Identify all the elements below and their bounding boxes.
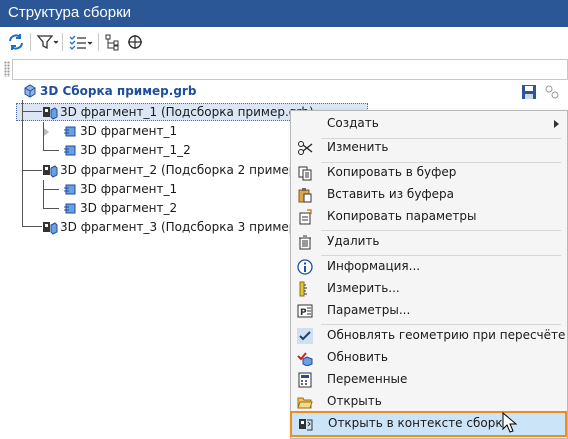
menu-item-copy[interactable]: Копировать в буфер: [291, 162, 567, 184]
toolbar-separator: [98, 33, 99, 51]
filter-dropdown-icon[interactable]: [36, 33, 59, 51]
paste-icon: [298, 188, 312, 203]
tree-node[interactable]: 3D фрагмент_2 (Подсборка 2 пример.grb): [42, 161, 325, 179]
tree-node-label: 3D фрагмент_2: [80, 201, 178, 215]
filter-row: [0, 57, 568, 82]
menu-item-delete[interactable]: Удалить: [291, 231, 567, 253]
list-options-icon[interactable]: [68, 33, 93, 51]
save-icon[interactable]: [521, 84, 537, 100]
mouse-cursor-icon: [502, 412, 518, 433]
assembly-root-icon: [24, 84, 36, 98]
fragment-icon: [64, 126, 76, 137]
tree-line: [43, 122, 44, 150]
trash-icon: [299, 235, 311, 250]
tree-node[interactable]: 3D фрагмент_1_2: [62, 141, 262, 159]
tree-node[interactable]: 3D фрагмент_1: [62, 180, 262, 198]
menu-item-label: Открыть: [327, 394, 382, 408]
scissors-icon: [298, 141, 313, 155]
tree-node-label: 3D фрагмент_1: [80, 182, 178, 196]
menu-item-label: Измерить...: [327, 281, 400, 295]
tree-node[interactable]: 3D фрагмент_1: [62, 122, 262, 140]
tree-line: [43, 150, 59, 151]
subassembly-icon: [43, 222, 58, 235]
open-in-context-icon: [299, 419, 313, 431]
settings-dots-icon[interactable]: [544, 84, 560, 100]
panel-title: Структура сборки: [8, 4, 132, 21]
menu-item-measure[interactable]: Измерить...: [291, 278, 567, 300]
context-menu: Создать Изменить Копировать в буфер Вста…: [290, 110, 568, 439]
panel-titlebar: Структура сборки: [0, 0, 568, 27]
info-icon: [297, 259, 313, 275]
filter-input[interactable]: [12, 59, 568, 80]
tree-line: [22, 111, 42, 112]
measure-icon: [299, 281, 307, 297]
copy-params-icon: [299, 209, 312, 225]
menu-item-label: Параметры...: [327, 303, 411, 317]
menu-item-label: Информация...: [327, 259, 421, 273]
menu-item-update-geometry[interactable]: Обновлять геометрию при пересчёте: [291, 325, 567, 347]
menu-item-create[interactable]: Создать: [291, 113, 567, 135]
menu-item-update[interactable]: Обновить: [291, 347, 567, 369]
menu-item-label: Вставить из буфера: [327, 187, 455, 201]
toolbar-separator: [62, 33, 63, 51]
parameters-icon: P: [297, 304, 313, 318]
menu-item-open-in-context[interactable]: Открыть в контексте сборки: [290, 411, 567, 437]
menu-item-edit[interactable]: Изменить: [291, 137, 567, 159]
folder-open-icon: [297, 397, 313, 409]
tree-line: [43, 208, 59, 209]
variables-icon: [298, 372, 312, 388]
expand-arrow-icon[interactable]: [44, 128, 49, 136]
tree-line: [22, 170, 42, 171]
menu-item-label: Обновить: [327, 350, 388, 364]
checkmark-icon: [297, 328, 313, 344]
refresh-icon[interactable]: [6, 33, 28, 51]
tree-line: [22, 226, 42, 227]
tree-line: [43, 189, 59, 190]
fragment-icon: [64, 203, 76, 214]
tree-node-label: 3D фрагмент_2 (Подсборка 2 пример.grb): [60, 163, 326, 177]
menu-item-info[interactable]: Информация...: [291, 256, 567, 278]
svg-text:P: P: [300, 308, 307, 318]
tree-node-label: 3D фрагмент_3 (Подсборка 3 пример.grb): [60, 220, 326, 234]
menu-item-label: Копировать в буфер: [327, 165, 457, 179]
target-icon[interactable]: [126, 33, 148, 51]
tree-node-label: 3D фрагмент_1 (Подсборка пример.grb): [60, 105, 314, 119]
menu-item-label: Изменить: [327, 140, 389, 154]
toolbar-separator: [30, 33, 31, 51]
menu-item-variables[interactable]: Переменные: [291, 369, 567, 391]
submenu-arrow-icon: [554, 120, 559, 128]
menu-item-parameters[interactable]: P Параметры...: [291, 300, 567, 322]
subassembly-icon: [43, 107, 58, 120]
menu-item-label: Открыть в контексте сборки: [328, 416, 511, 430]
menu-item-label: Обновлять геометрию при пересчёте: [327, 328, 566, 342]
tree-line: [43, 180, 44, 208]
tree-structure-icon[interactable]: [104, 33, 126, 51]
fragment-icon: [64, 145, 76, 156]
tree-node[interactable]: 3D фрагмент_3 (Подсборка 3 пример.grb): [42, 218, 325, 236]
menu-item-label: Копировать параметры: [327, 209, 477, 223]
menu-item-open[interactable]: Открыть: [291, 391, 567, 413]
toolbar: [0, 27, 568, 58]
subassembly-icon: [43, 165, 58, 178]
fragment-icon: [64, 184, 76, 195]
update-icon: [297, 352, 313, 366]
tree-node-label: 3D фрагмент_1_2: [80, 143, 191, 157]
copy-icon: [298, 166, 312, 181]
tree-node[interactable]: 3D фрагмент_2: [62, 199, 262, 217]
tree-line: [22, 100, 23, 226]
column-icons: [376, 82, 568, 102]
menu-item-label: Переменные: [327, 372, 408, 386]
tree-root[interactable]: 3D Сборка пример.grb: [22, 82, 352, 100]
tree-root-label: 3D Сборка пример.grb: [40, 84, 197, 98]
tree-node-label: 3D фрагмент_1: [80, 124, 178, 138]
menu-item-copy-params[interactable]: Копировать параметры: [291, 206, 567, 228]
menu-item-label: Создать: [327, 116, 379, 130]
drag-grip[interactable]: [4, 61, 10, 77]
menu-item-label: Удалить: [327, 234, 380, 248]
menu-item-paste[interactable]: Вставить из буфера: [291, 184, 567, 206]
